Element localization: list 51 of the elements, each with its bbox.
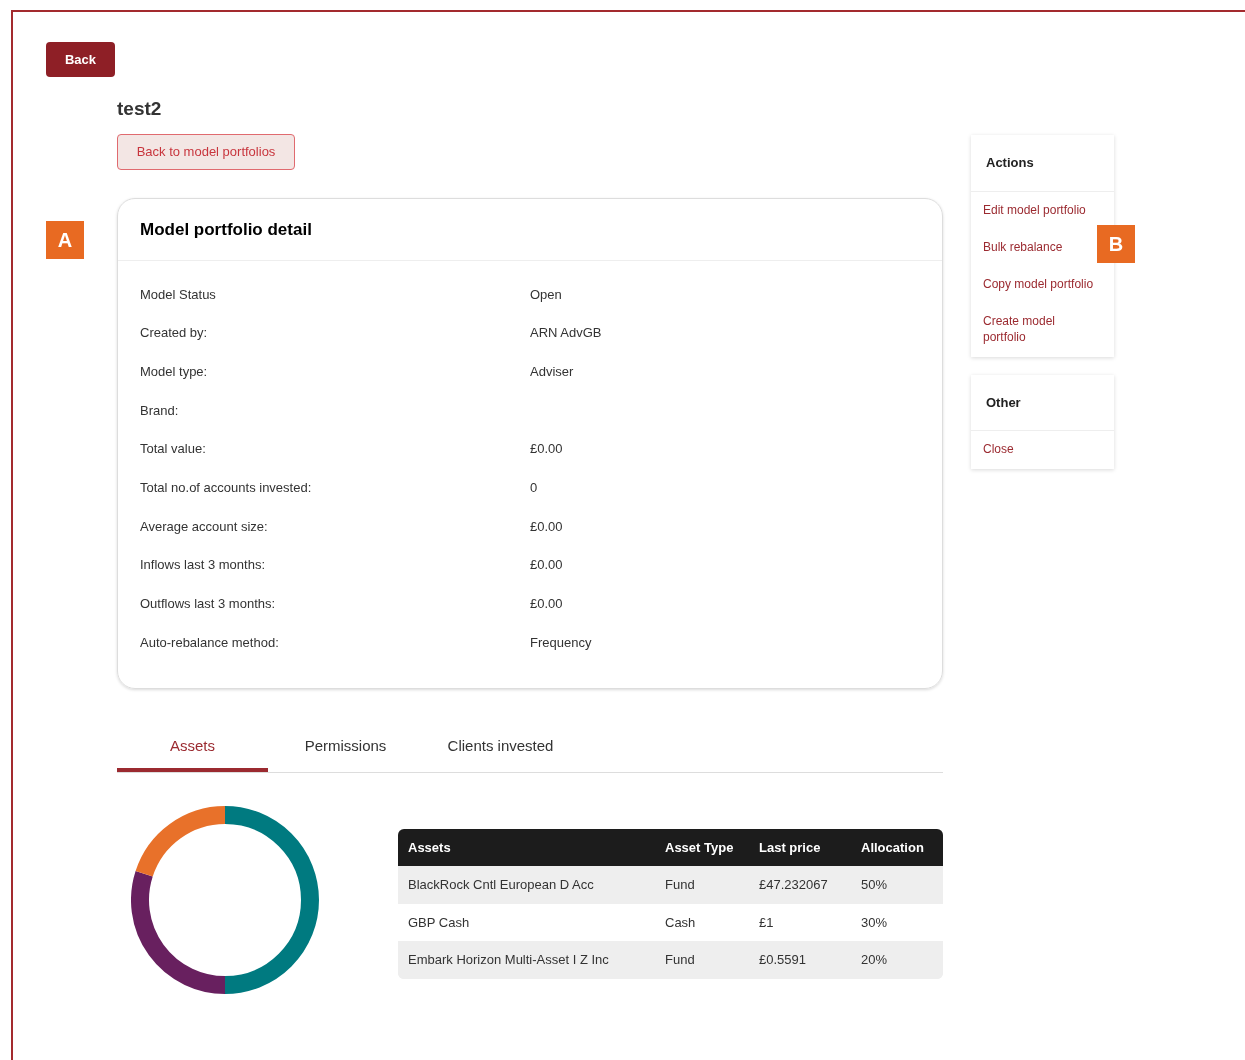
- detail-value: £0.00: [530, 440, 563, 459]
- action-link[interactable]: Copy model portfolio: [983, 275, 1094, 292]
- table-cell-text: 30%: [861, 913, 889, 932]
- detail-value: Adviser: [530, 362, 574, 381]
- detail-value: 0: [530, 479, 538, 498]
- detail-label: Model type:: [140, 362, 209, 381]
- tab[interactable]: Clients invested: [423, 724, 578, 772]
- table-cell-text: Cash: [665, 913, 697, 932]
- back-button[interactable]: Back: [46, 42, 115, 77]
- detail-value: Open: [530, 285, 562, 304]
- column-header: Last price: [759, 838, 822, 857]
- table-cell-text: Embark Horizon Multi-Asset I Z Inc: [408, 951, 610, 970]
- detail-label: Created by:: [140, 324, 209, 343]
- detail-label: Total value:: [140, 440, 207, 459]
- table-cell-text: GBP Cash: [408, 913, 471, 932]
- column-header: Asset Type: [665, 838, 735, 857]
- card-title: Model portfolio detail: [118, 198, 942, 261]
- panel-heading: Other: [971, 374, 1114, 431]
- table-cell-text: £1: [759, 913, 775, 932]
- tab[interactable]: Assets: [117, 724, 268, 772]
- tab[interactable]: Permissions: [268, 724, 423, 772]
- table-cell-text: Fund: [665, 951, 696, 970]
- detail-label: Brand:: [140, 401, 180, 420]
- detail-value: £0.00: [530, 556, 563, 575]
- table-cell-text: 20%: [861, 951, 889, 970]
- detail-value: £0.00: [530, 595, 563, 614]
- action-link[interactable]: Edit model portfolio: [983, 201, 1086, 218]
- table-cell-text: Fund: [665, 875, 696, 894]
- column-header: Assets: [408, 838, 452, 857]
- detail-label: Average account size:: [140, 517, 269, 536]
- detail-value: ARN AdvGB: [530, 324, 602, 343]
- detail-value: Frequency: [530, 633, 592, 652]
- callout-badge: A: [46, 221, 84, 259]
- column-header: Allocation: [861, 838, 925, 857]
- page-title: test2: [117, 97, 163, 121]
- table-cell-text: £47.232067: [759, 875, 829, 894]
- detail-label: Total no.of accounts invested:: [140, 479, 313, 498]
- callout-badge: B: [1097, 225, 1135, 263]
- detail-label: Model Status: [140, 285, 217, 304]
- action-link[interactable]: Bulk rebalance: [983, 238, 1063, 255]
- table-cell-text: BlackRock Cntl European D Acc: [408, 875, 595, 894]
- panel-heading: Actions: [971, 135, 1114, 192]
- back-to-portfolios-button[interactable]: Back to model portfolios: [117, 133, 295, 170]
- detail-label: Outflows last 3 months:: [140, 595, 277, 614]
- action-link[interactable]: Close: [983, 441, 1014, 457]
- detail-value: £0.00: [530, 517, 563, 536]
- table-cell-text: £0.5591: [759, 951, 807, 970]
- action-link[interactable]: Create model portfolio: [983, 312, 1095, 345]
- detail-label: Auto-rebalance method:: [140, 633, 280, 652]
- table-cell-text: 50%: [861, 875, 889, 894]
- detail-label: Inflows last 3 months:: [140, 556, 266, 575]
